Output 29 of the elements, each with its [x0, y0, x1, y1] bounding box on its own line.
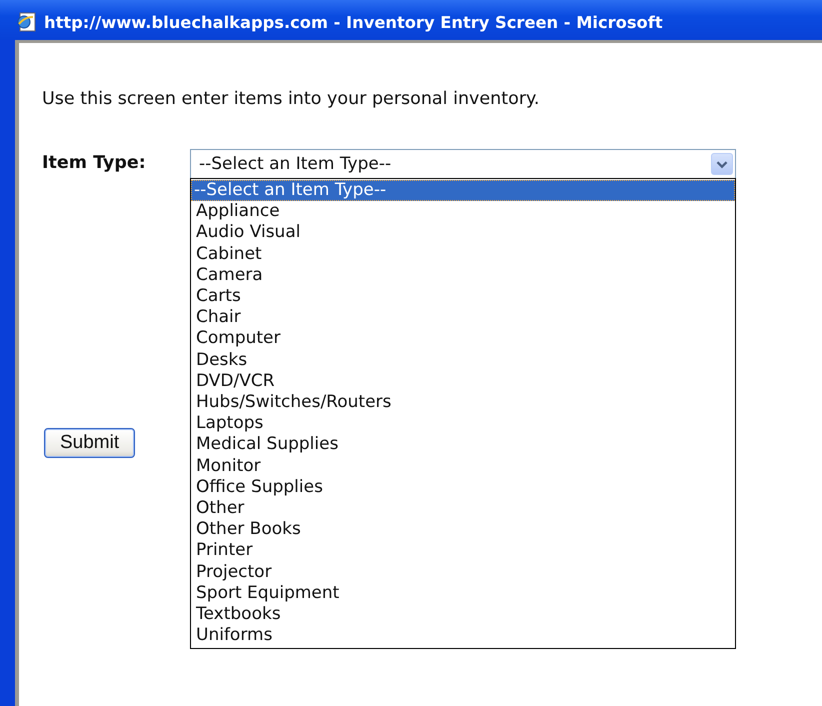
submit-button[interactable]: Submit: [44, 428, 136, 458]
browser-page-icon: [16, 11, 38, 33]
item-type-dropdown[interactable]: --Select an Item Type--: [190, 149, 736, 179]
dropdown-option[interactable]: Office Supplies: [191, 476, 735, 498]
dropdown-option[interactable]: Sport Equipment: [191, 582, 735, 604]
dropdown-option[interactable]: Other: [191, 498, 735, 520]
intro-text: Use this screen enter items into your personal inventory.: [42, 89, 540, 109]
dropdown-option[interactable]: Chair: [191, 307, 735, 328]
dropdown-option[interactable]: Cabinet: [191, 244, 735, 265]
dropdown-option[interactable]: Other Books: [191, 519, 735, 540]
dropdown-option[interactable]: Hubs/Switches/Routers: [191, 392, 735, 414]
field-label: Item Type:: [42, 152, 147, 175]
dropdown-option[interactable]: Monitor: [191, 456, 735, 477]
dropdown-option[interactable]: Laptops: [191, 413, 735, 434]
dropdown-option[interactable]: Medical Supplies: [191, 434, 735, 456]
dropdown-option[interactable]: Carts: [191, 286, 735, 308]
dropdown-option[interactable]: Appliance: [191, 201, 735, 222]
dropdown-option[interactable]: Projector: [191, 562, 735, 583]
dropdown-option[interactable]: DVD/VCR: [191, 370, 735, 392]
dropdown-option[interactable]: Audio Visual: [191, 222, 735, 244]
window-title: http://www.bluechalkapps.com - Inventory Entry Screen - Microsoft: [44, 12, 663, 32]
dropdown-option[interactable]: Computer: [191, 328, 735, 350]
dropdown-option[interactable]: --Select an Item Type--: [191, 180, 735, 202]
dropdown-option[interactable]: Camera: [191, 264, 735, 286]
dropdown-option[interactable]: Uniforms: [191, 625, 735, 646]
chevron-down-icon[interactable]: [711, 153, 733, 175]
dropdown-option[interactable]: Textbooks: [191, 604, 735, 626]
dropdown-option[interactable]: Desks: [191, 350, 735, 371]
dropdown-option[interactable]: Printer: [191, 540, 735, 562]
